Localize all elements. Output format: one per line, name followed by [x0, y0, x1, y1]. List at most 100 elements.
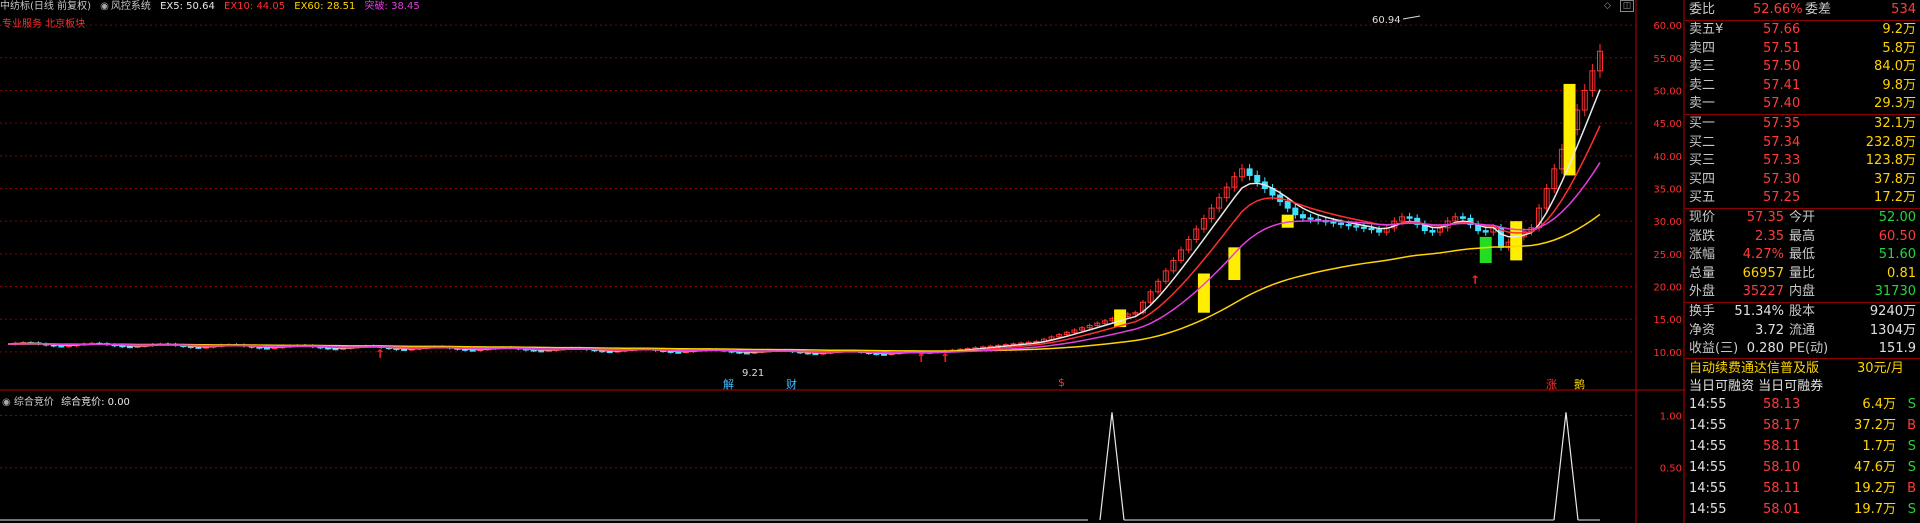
stat-label: 总量 [1689, 265, 1716, 281]
tick-row[interactable]: 14:55 58.01 19.7万 S [1685, 501, 1920, 519]
bid-row[interactable]: 买一 57.35 32.1万 [1685, 115, 1920, 133]
tick-price: 58.13 [1763, 397, 1801, 412]
buy-arrow-icon: ↑ [940, 351, 950, 365]
stat-label: 涨跌 [1689, 228, 1716, 244]
price-tick-label: 20.00 [1653, 283, 1682, 294]
candle-body [1330, 221, 1337, 224]
tick-time: 14:55 [1689, 439, 1727, 454]
bid-label: 买五 [1689, 190, 1716, 206]
price-tick-label: 30.00 [1653, 217, 1682, 228]
stat-value: 57.35 [1746, 210, 1784, 225]
stat-value: 51.60 [1878, 247, 1916, 263]
ma-line [7, 213, 1601, 352]
indicator-name: 综合竞价 [13, 397, 54, 408]
ask-label: 卖二 [1689, 77, 1716, 93]
ask-label: 卖三 [1689, 59, 1716, 75]
ad-banner[interactable]: 自动续费通达信普及版 30元/月 [1685, 360, 1920, 378]
tick-row[interactable]: 14:55 58.11 19.2万 B [1685, 480, 1920, 498]
signal-bar [1479, 236, 1492, 264]
candle-body [675, 351, 682, 354]
price-tick-label: 50.00 [1653, 86, 1682, 97]
indicator-value: 综合竞价: 0.00 [61, 397, 130, 408]
ad-text[interactable]: 自动续费通达信普及版 [1689, 360, 1819, 378]
stat-row[interactable]: 现价 57.35 今开 52.00 [1685, 209, 1920, 227]
bid-volume: 32.1万 [1874, 116, 1916, 131]
indicator-title[interactable]: ◉ 综合竞价 综合竞价: 0.00 [2, 393, 130, 408]
stat-row[interactable]: 净资 3.72 流通 1304万 [1685, 322, 1920, 340]
bid-row[interactable]: 买四 57.30 37.8万 [1685, 171, 1920, 189]
stat-label: 现价 [1689, 210, 1716, 225]
candle-body [195, 346, 202, 349]
bid-row[interactable]: 买三 57.33 123.8万 [1685, 152, 1920, 170]
ask-price: 57.50 [1763, 59, 1801, 75]
ask-label: 卖四 [1689, 40, 1716, 56]
indicator-spike [1553, 412, 1579, 521]
ask-row[interactable]: 卖三 57.50 84.0万 [1685, 58, 1920, 76]
ask-row[interactable]: 卖四 57.51 5.8万 [1685, 40, 1920, 58]
stat-value: 0.81 [1887, 265, 1916, 281]
bid-label: 买三 [1689, 153, 1716, 169]
stat-row[interactable]: 外盘 35227 内盘 31730 [1685, 283, 1920, 301]
ask-row[interactable]: 卖二 57.41 9.8万 [1685, 77, 1920, 95]
candle-body [1459, 216, 1466, 219]
high-pointer [1402, 15, 1421, 20]
ask-row[interactable]: 卖一 57.40 29.3万 [1685, 95, 1920, 113]
bid-volume: 123.8万 [1865, 153, 1916, 169]
candle-body [401, 348, 408, 351]
tick-row[interactable]: 14:55 58.17 37.2万 B [1685, 417, 1920, 435]
stat-row[interactable]: 涨跌 2.35 最高 60.50 [1685, 228, 1920, 246]
tick-time: 14:55 [1689, 502, 1727, 517]
tick-volume: 6.4万 [1862, 397, 1896, 412]
bid-price: 57.35 [1763, 116, 1801, 131]
candle-body [1353, 225, 1360, 228]
bid-price: 57.33 [1763, 153, 1801, 169]
price-tick-label: 60.00 [1653, 21, 1682, 32]
stat-value: 4.27% [1742, 247, 1784, 263]
tick-row[interactable]: 14:55 58.13 6.4万 S [1685, 396, 1920, 414]
price-tick-label: 10.00 [1653, 348, 1682, 359]
stat-label: 收益(三) [1689, 341, 1739, 357]
stat-label: 股本 [1789, 304, 1816, 319]
stat-row[interactable]: 涨幅 4.27% 最低 51.60 [1685, 246, 1920, 264]
stat-row[interactable]: 总量 66957 量比 0.81 [1685, 265, 1920, 283]
ask-volume: 84.0万 [1874, 59, 1916, 75]
margin-label[interactable]: 当日可融资 当日可融券 [1689, 378, 1823, 396]
settings-icon[interactable]: ◉ [2, 397, 11, 408]
stat-row[interactable]: 收益(三) 0.280 PE(动) 151.9 [1685, 340, 1920, 358]
price-chart[interactable]: 60.00 55.00 50.00 45.00 40.00 35.00 30.00 25.00… [0, 0, 1685, 523]
price-tick-label: 45.00 [1653, 119, 1682, 130]
tick-price: 58.11 [1763, 439, 1801, 454]
ask-row[interactable]: 卖五¥ 57.66 9.2万 [1685, 21, 1920, 39]
margin-row[interactable]: 当日可融资 当日可融券 [1685, 378, 1920, 396]
candle-body [1284, 201, 1291, 209]
tick-volume: 37.2万 [1854, 418, 1896, 433]
tick-time: 14:55 [1689, 418, 1727, 433]
tick-row[interactable]: 14:55 58.11 1.7万 S [1685, 438, 1920, 456]
candle-body [126, 346, 133, 349]
stat-row[interactable]: 换手 51.34% 股本 9240万 [1685, 303, 1920, 321]
candle-body [1307, 217, 1314, 220]
stat-value: 60.50 [1878, 228, 1916, 244]
bid-price: 57.25 [1763, 190, 1801, 206]
ask-volume: 9.2万 [1882, 22, 1916, 37]
wei-bi-row: 委比 52.66% 委差 534 [1685, 1, 1920, 19]
signal-bar [1228, 247, 1241, 281]
bid-row[interactable]: 买五 57.25 17.2万 [1685, 189, 1920, 207]
candle-body [58, 345, 65, 348]
high-price-label: 60.94 [1372, 15, 1401, 26]
stat-value: 3.72 [1755, 322, 1784, 338]
bid-volume: 17.2万 [1874, 190, 1916, 206]
event-marker: 财 [786, 377, 797, 391]
candle-body [1429, 230, 1436, 233]
bid-row[interactable]: 买二 57.34 232.8万 [1685, 134, 1920, 152]
stat-label: PE(动) [1789, 341, 1829, 357]
candle-body [812, 353, 819, 356]
ask-price: 57.51 [1763, 40, 1801, 56]
candle-body [1246, 168, 1253, 176]
tick-row[interactable]: 14:55 58.10 47.6万 S [1685, 459, 1920, 477]
ma-line [7, 162, 1601, 354]
stat-value: 51.34% [1734, 304, 1784, 319]
event-marker: 解 [723, 377, 734, 391]
ad-price[interactable]: 30元/月 [1857, 360, 1904, 378]
indicator-tick-label: 0.50 [1660, 464, 1682, 475]
